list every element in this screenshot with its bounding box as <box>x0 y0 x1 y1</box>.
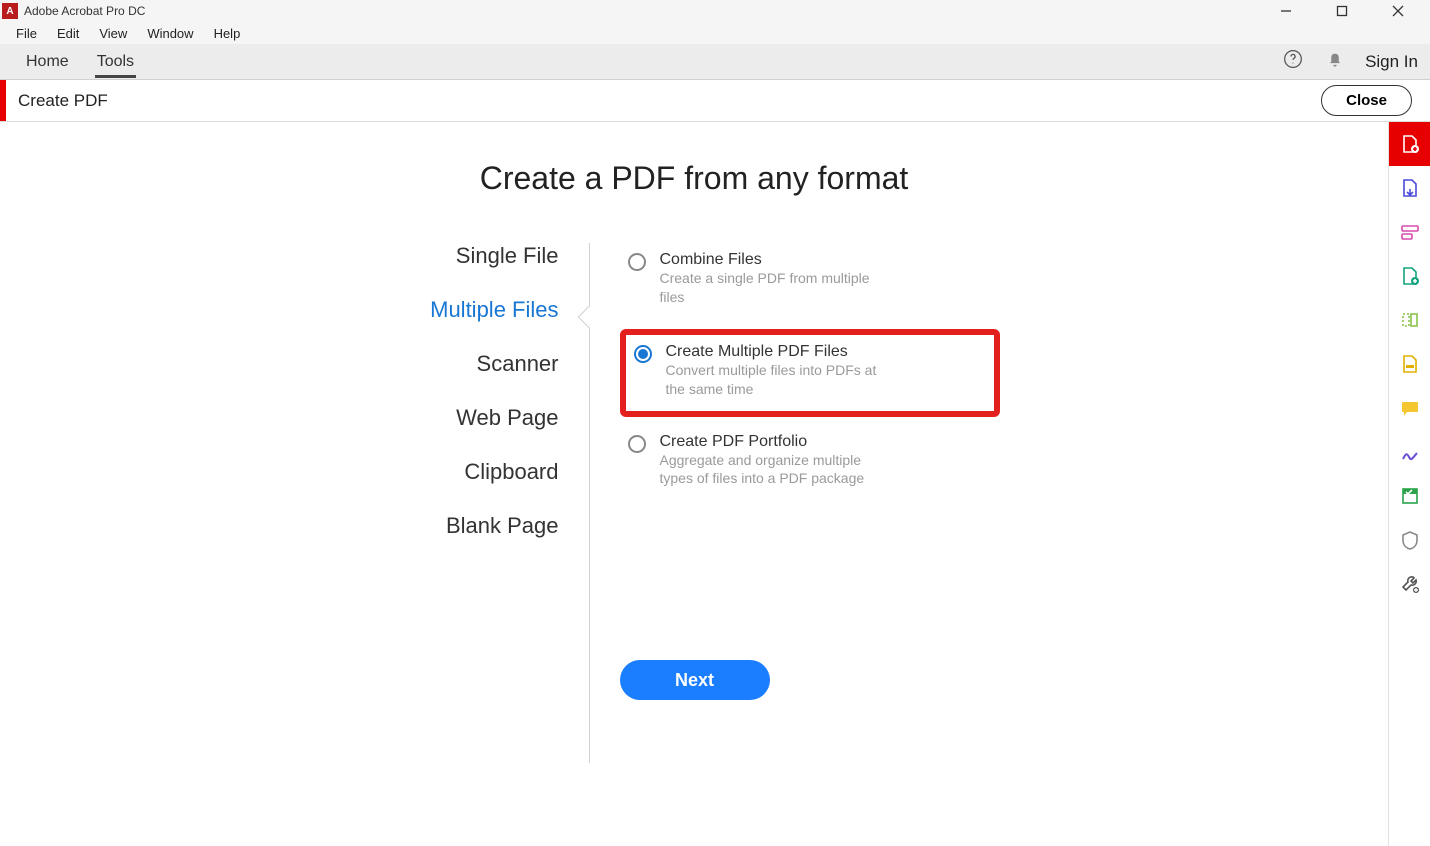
maximize-button[interactable] <box>1324 0 1360 22</box>
create-pdf-panel: Single File Multiple Files Scanner Web P… <box>389 243 1000 763</box>
rail-edit-pdf[interactable] <box>1389 210 1430 254</box>
option-desc: Create a single PDF from multiple files <box>660 269 890 307</box>
menu-bar: File Edit View Window Help <box>0 22 1430 44</box>
menu-help[interactable]: Help <box>204 24 251 43</box>
panel-divider <box>589 243 590 763</box>
radio-icon <box>628 253 646 271</box>
rail-combine[interactable] <box>1389 254 1430 298</box>
menu-file[interactable]: File <box>6 24 47 43</box>
source-multiple-files[interactable]: Multiple Files <box>389 297 559 323</box>
redact-icon <box>1399 353 1421 375</box>
tab-tools[interactable]: Tools <box>83 47 148 77</box>
window-controls <box>1268 0 1416 22</box>
minimize-button[interactable] <box>1268 0 1304 22</box>
close-tool-button[interactable]: Close <box>1321 85 1412 116</box>
edit-pdf-icon <box>1399 221 1421 243</box>
tool-sub-bar: Create PDF Close <box>0 80 1430 122</box>
app-title: Adobe Acrobat Pro DC <box>24 4 1268 18</box>
source-blank-page[interactable]: Blank Page <box>389 513 559 539</box>
close-window-button[interactable] <box>1380 0 1416 22</box>
option-desc: Aggregate and organize multiple types of… <box>660 451 890 489</box>
menu-edit[interactable]: Edit <box>47 24 89 43</box>
help-icon[interactable] <box>1283 49 1303 74</box>
menu-view[interactable]: View <box>89 24 137 43</box>
source-web-page[interactable]: Web Page <box>389 405 559 431</box>
option-label: Create Multiple PDF Files <box>666 343 896 361</box>
fill-sign-icon <box>1399 441 1421 463</box>
option-combine-files[interactable]: Combine Files Create a single PDF from m… <box>620 243 1000 321</box>
main-tab-bar: Home Tools Sign In <box>0 44 1430 80</box>
organize-icon <box>1399 309 1421 331</box>
source-single-file[interactable]: Single File <box>389 243 559 269</box>
rail-organize[interactable] <box>1389 298 1430 342</box>
option-create-pdf-portfolio[interactable]: Create PDF Portfolio Aggregate and organ… <box>620 425 1000 503</box>
source-type-list: Single File Multiple Files Scanner Web P… <box>389 243 589 763</box>
rail-prepare-form[interactable] <box>1389 474 1430 518</box>
option-desc: Convert multiple files into PDFs at the … <box>666 361 896 399</box>
create-pdf-icon <box>1399 133 1421 155</box>
acrobat-app-icon: A <box>2 3 18 19</box>
rail-comment[interactable] <box>1389 386 1430 430</box>
source-clipboard[interactable]: Clipboard <box>389 459 559 485</box>
tab-home[interactable]: Home <box>12 47 83 77</box>
export-pdf-icon <box>1399 177 1421 199</box>
comment-icon <box>1399 397 1421 419</box>
option-label: Create PDF Portfolio <box>660 433 890 451</box>
sign-in-link[interactable]: Sign In <box>1365 52 1418 72</box>
content-area: Create a PDF from any format Single File… <box>0 122 1388 846</box>
tool-title: Create PDF <box>18 91 108 111</box>
title-bar: A Adobe Acrobat Pro DC <box>0 0 1430 22</box>
source-scanner[interactable]: Scanner <box>389 351 559 377</box>
tools-right-rail <box>1388 122 1430 846</box>
rail-protect[interactable] <box>1389 518 1430 562</box>
tool-accent <box>0 80 6 121</box>
menu-window[interactable]: Window <box>137 24 203 43</box>
protect-icon <box>1399 529 1421 551</box>
body: Create a PDF from any format Single File… <box>0 122 1430 846</box>
rail-create-pdf[interactable] <box>1389 122 1430 166</box>
next-button[interactable]: Next <box>620 660 770 700</box>
radio-icon <box>634 345 652 363</box>
prepare-form-icon <box>1399 485 1421 507</box>
rail-redact[interactable] <box>1389 342 1430 386</box>
multiple-files-options: Combine Files Create a single PDF from m… <box>590 243 1000 763</box>
rail-more-tools[interactable] <box>1389 562 1430 606</box>
notifications-icon[interactable] <box>1325 49 1345 74</box>
more-tools-icon <box>1399 573 1421 595</box>
page-heading: Create a PDF from any format <box>480 160 909 197</box>
rail-export-pdf[interactable] <box>1389 166 1430 210</box>
option-create-multiple-pdf-files[interactable]: Create Multiple PDF Files Convert multip… <box>620 329 1000 417</box>
rail-fill-sign[interactable] <box>1389 430 1430 474</box>
radio-icon <box>628 435 646 453</box>
combine-icon <box>1399 265 1421 287</box>
option-label: Combine Files <box>660 251 890 269</box>
